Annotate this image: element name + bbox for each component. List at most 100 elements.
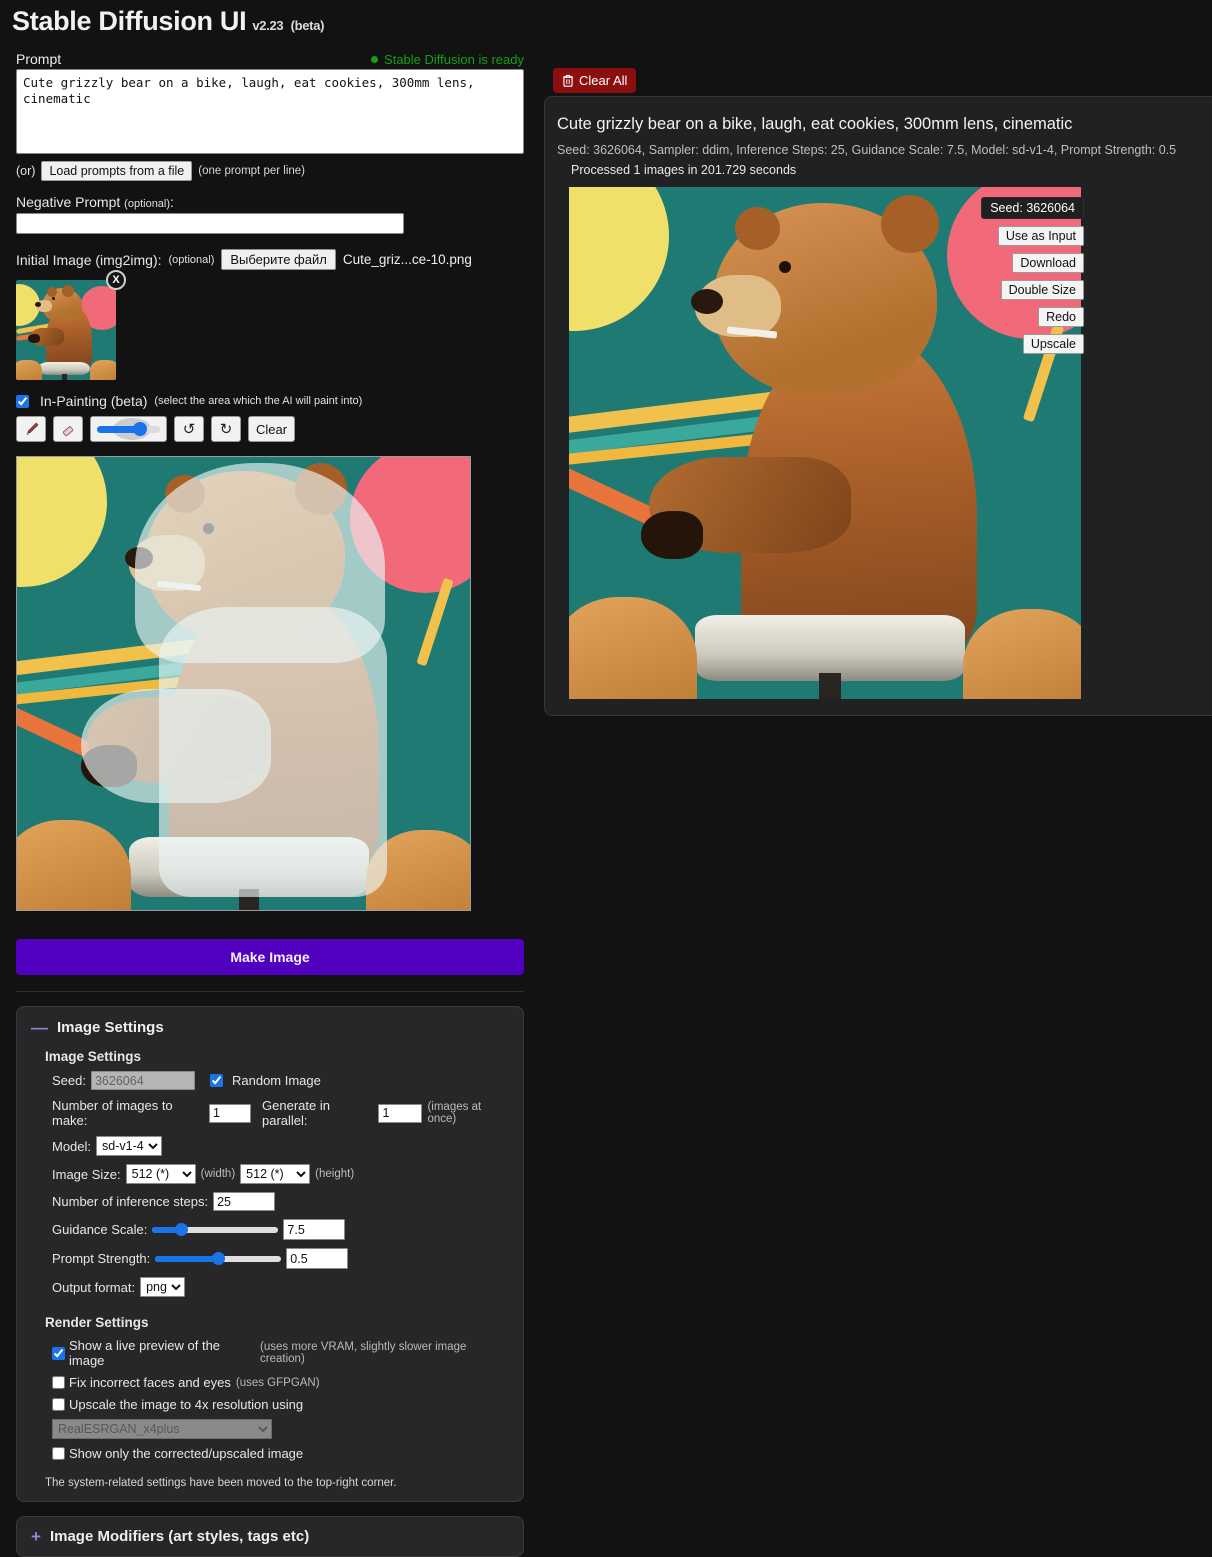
initial-image-thumbnail-wrap: X [16, 270, 126, 380]
page-title: Stable Diffusion UI v2.23 (beta) [0, 0, 540, 37]
clear-mask-button[interactable]: Clear [248, 416, 296, 442]
undo-tool-icon[interactable]: ↺ [174, 416, 204, 442]
num-images-input[interactable] [209, 1103, 252, 1123]
section-divider [16, 991, 524, 992]
live-preview-checkbox[interactable] [52, 1346, 65, 1360]
model-label: Model: [52, 1138, 92, 1154]
image-settings-section-title: Image Settings [45, 1049, 142, 1064]
steps-label: Number of inference steps: [52, 1194, 209, 1209]
fix-faces-checkbox[interactable] [52, 1376, 65, 1389]
width-hint: (width) [200, 1168, 236, 1180]
clear-all-label: Clear All [579, 73, 628, 88]
app-version: v2.23 [252, 18, 284, 33]
status-dot-icon [371, 56, 379, 63]
num-images-row: Number of images to make: Generate in pa… [52, 1098, 509, 1128]
height-hint: (height) [315, 1168, 355, 1180]
image-settings-panel-title: Image Settings [57, 1019, 164, 1036]
use-as-input-button[interactable]: Use as Input [997, 226, 1084, 246]
num-images-label: Number of images to make: [52, 1098, 173, 1128]
thumbnail-artwork [16, 280, 116, 380]
right-column: Clear All Cute grizzly bear on a bike, l… [540, 0, 1212, 1541]
strength-value-input[interactable] [286, 1248, 349, 1269]
upscale-model-select[interactable]: RealESRGAN_x4plus [52, 1419, 272, 1439]
expand-icon[interactable]: + [31, 1528, 41, 1545]
negative-prompt-label-text: Negative Prompt [16, 194, 121, 210]
app-root: Stable Diffusion UI v2.23 (beta) Prompt S… [0, 0, 1212, 1557]
render-option-row: Upscale the image to 4x resolution using [52, 1397, 509, 1412]
result-processed-text: Processed 1 images in 201.729 seconds [571, 163, 797, 177]
height-select[interactable]: 512 (*) [240, 1164, 311, 1184]
download-button[interactable]: Download [1012, 253, 1084, 273]
prompt-label: Prompt [16, 51, 62, 67]
live-preview-label: Show a live preview of the image [69, 1338, 221, 1368]
seed-row: Seed: Random Image [52, 1071, 509, 1090]
choose-file-button[interactable]: Выберите файл [221, 249, 336, 270]
negative-prompt-optional: (optional) [124, 198, 171, 210]
output-format-label: Output format: [52, 1279, 136, 1295]
parallel-input[interactable] [378, 1103, 423, 1123]
status-text: Stable Diffusion is ready [384, 52, 524, 67]
inpainting-artwork [17, 457, 470, 910]
app-beta-tag: (beta) [290, 18, 325, 33]
steps-input[interactable] [213, 1192, 276, 1211]
seed-input[interactable] [90, 1071, 195, 1090]
collapse-icon[interactable]: — [31, 1019, 48, 1036]
guidance-row: Guidance Scale: [52, 1219, 509, 1240]
image-modifiers-accordion[interactable]: + Image Modifiers (art styles, tags etc) [16, 1516, 524, 1557]
result-metadata: Seed: 3626064, Sampler: ddim, Inference … [557, 143, 1177, 157]
inpainting-mask [81, 689, 271, 803]
redo-button[interactable]: Redo [1038, 307, 1084, 327]
negative-prompt-input[interactable] [16, 213, 404, 234]
eraser-tool-icon[interactable] [53, 416, 83, 442]
image-settings-panel-header[interactable]: — Image Settings [31, 1019, 509, 1036]
brush-size-slider[interactable] [90, 416, 167, 442]
initial-image-row: Initial Image (img2img): (optional) Выбе… [16, 249, 524, 270]
double-size-button[interactable]: Double Size [1000, 280, 1084, 300]
upscale-checkbox[interactable] [52, 1398, 65, 1411]
load-prompts-button[interactable]: Load prompts from a file [41, 161, 193, 181]
negative-prompt-label: Negative Prompt (optional): [16, 194, 174, 210]
make-image-button[interactable]: Make Image [16, 939, 524, 975]
result-prompt-text: Cute grizzly bear on a bike, laugh, eat … [557, 115, 1073, 133]
fix-faces-note: (uses GFPGAN) [235, 1376, 320, 1389]
inpainting-checkbox[interactable] [16, 394, 29, 408]
initial-image-filename: Cute_griz...ce-10.png [342, 252, 472, 267]
steps-row: Number of inference steps: [52, 1192, 509, 1211]
strength-slider[interactable] [155, 1252, 282, 1265]
image-size-label: Image Size: [52, 1166, 121, 1182]
left-column: Stable Diffusion UI v2.23 (beta) Prompt S… [0, 0, 540, 1557]
load-prompt-row: (or) Load prompts from a file (one promp… [16, 161, 524, 181]
result-image-wrap: Seed: 3626064 Use as Input Download Doub… [569, 187, 1084, 699]
render-option-row: Fix incorrect faces and eyes (uses GFPGA… [52, 1375, 509, 1390]
show-upscaled-only-checkbox[interactable] [52, 1447, 65, 1460]
guidance-slider[interactable] [152, 1223, 279, 1236]
clear-all-button[interactable]: Clear All [553, 68, 637, 93]
status-badge: Stable Diffusion is ready [371, 52, 524, 67]
upscale-label: Upscale the image to 4x resolution using [69, 1397, 304, 1412]
show-upscaled-only-label: Show only the corrected/upscaled image [69, 1446, 304, 1461]
inpainting-canvas[interactable] [16, 456, 471, 911]
render-option-row: Show only the corrected/upscaled image [52, 1446, 509, 1461]
width-select[interactable]: 512 (*) [125, 1164, 196, 1184]
initial-image-label: Initial Image (img2img): [16, 251, 162, 268]
inpainting-toolbar: ↺ ↻ Clear [16, 416, 524, 442]
random-image-label: Random Image [231, 1073, 321, 1088]
parallel-hint: (images at once) [427, 1101, 482, 1125]
guidance-value-input[interactable] [283, 1219, 346, 1240]
inpainting-row: In-Painting (beta) (select the area whic… [16, 393, 524, 409]
image-settings-panel: — Image Settings Image Settings Seed: Ra… [16, 1006, 524, 1502]
brush-tool-icon[interactable] [16, 416, 46, 442]
output-format-row: Output format: png [52, 1277, 509, 1297]
seed-chip: Seed: 3626064 [981, 197, 1084, 219]
render-settings-title: Render Settings [45, 1315, 149, 1330]
live-preview-note: (uses more VRAM, slightly slower image c… [260, 1341, 467, 1365]
output-format-select[interactable]: png [140, 1277, 186, 1297]
remove-image-icon[interactable]: X [106, 270, 126, 290]
redo-tool-icon[interactable]: ↻ [211, 416, 241, 442]
fix-faces-label: Fix incorrect faces and eyes [69, 1375, 231, 1390]
prompt-input[interactable]: Cute grizzly bear on a bike, laugh, eat … [16, 69, 524, 154]
random-image-checkbox[interactable] [209, 1074, 223, 1087]
upscale-button[interactable]: Upscale [1022, 334, 1084, 354]
model-select[interactable]: sd-v1-4 [96, 1136, 163, 1156]
initial-image-thumbnail[interactable] [16, 280, 116, 380]
